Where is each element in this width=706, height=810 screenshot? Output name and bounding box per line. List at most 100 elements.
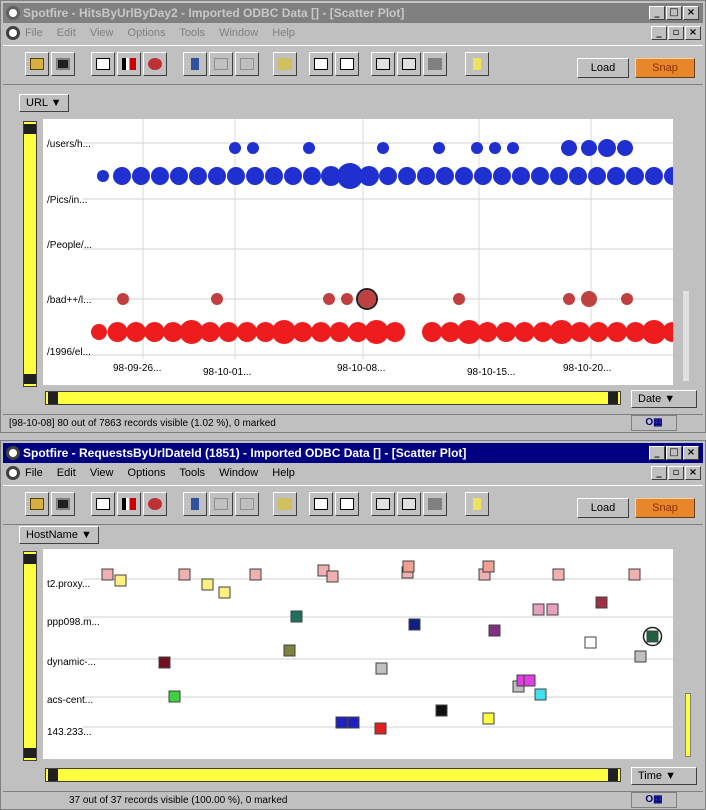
pie-chart-icon[interactable] xyxy=(143,492,167,516)
open-folder-icon[interactable] xyxy=(25,492,49,516)
y-axis-range-slider[interactable] xyxy=(23,551,37,761)
scatter-plot-1[interactable]: /users/h... /Pics/in... /People/... /bad++/… xyxy=(43,119,683,385)
data-point xyxy=(563,293,575,305)
menu-edit[interactable]: Edit xyxy=(57,467,76,479)
mdi-restore-icon[interactable]: ▫ xyxy=(668,26,684,40)
y-axis-label: /bad++/l... xyxy=(47,295,91,306)
slider-right-handle[interactable] xyxy=(608,392,618,404)
menu-view[interactable]: View xyxy=(90,467,114,479)
scatter-plot-icon[interactable] xyxy=(91,492,115,516)
copy-icon[interactable] xyxy=(371,492,395,516)
filter-icon[interactable] xyxy=(183,52,207,76)
reset-zoom-icon[interactable] xyxy=(273,52,297,76)
table-icon[interactable] xyxy=(209,492,233,516)
menu-help[interactable]: Help xyxy=(272,27,295,39)
menu-file[interactable]: File xyxy=(25,467,43,479)
window2-titlebar[interactable]: Spotfire - RequestsByUrlDateId (1851) - … xyxy=(3,443,703,463)
y-axis-column-select[interactable]: URL ▼ xyxy=(19,94,69,112)
data-point xyxy=(218,586,231,599)
x-axis-range-slider[interactable] xyxy=(45,391,621,405)
save-disk-icon[interactable] xyxy=(51,52,75,76)
menu-view[interactable]: View xyxy=(90,27,114,39)
table-icon[interactable] xyxy=(209,52,233,76)
mdi-close-icon[interactable]: × xyxy=(685,26,701,40)
slider-bottom-handle[interactable] xyxy=(24,374,36,384)
menu-tools[interactable]: Tools xyxy=(179,467,205,479)
data-point xyxy=(642,320,666,344)
filter-icon[interactable] xyxy=(183,492,207,516)
document-icon[interactable] xyxy=(6,466,20,480)
bar-chart-icon[interactable] xyxy=(117,52,141,76)
data-point xyxy=(379,167,397,185)
scatter-plot-2-canvas[interactable]: t2.proxy... ppp098.m... dynamic-... acs-cen… xyxy=(43,549,673,759)
menu-help[interactable]: Help xyxy=(272,467,295,479)
paste-icon[interactable] xyxy=(397,52,421,76)
menu-tools[interactable]: Tools xyxy=(179,27,205,39)
new-plot-icon[interactable] xyxy=(309,492,333,516)
minimize-icon[interactable]: _ xyxy=(649,446,665,460)
maximize-icon[interactable]: □ xyxy=(666,6,682,20)
mdi-minimize-icon[interactable]: _ xyxy=(651,466,667,480)
data-point xyxy=(570,322,590,342)
bar-chart-icon[interactable] xyxy=(117,492,141,516)
zoom-icon[interactable] xyxy=(235,492,259,516)
menu-edit[interactable]: Edit xyxy=(57,27,76,39)
menu-window[interactable]: Window xyxy=(219,467,258,479)
data-point xyxy=(664,167,682,185)
slider-left-handle[interactable] xyxy=(48,769,58,781)
paste-icon[interactable] xyxy=(397,492,421,516)
open-folder-icon[interactable] xyxy=(25,52,49,76)
menu-window[interactable]: Window xyxy=(219,27,258,39)
load-button[interactable]: Load xyxy=(577,498,629,518)
x-axis-column-select[interactable]: Date ▼ xyxy=(631,390,697,408)
status-text: [98-10-08] 80 out of 7863 records visibl… xyxy=(9,418,276,429)
data-point xyxy=(581,140,597,156)
scatter-plot-2[interactable]: t2.proxy... ppp098.m... dynamic-... acs-cen… xyxy=(43,549,673,759)
snap-button[interactable]: Snap xyxy=(635,498,695,518)
plot-scrollbar[interactable] xyxy=(683,291,689,381)
print-icon[interactable] xyxy=(423,52,447,76)
data-point xyxy=(326,570,339,583)
slider-left-handle[interactable] xyxy=(48,392,58,404)
minimize-icon[interactable]: _ xyxy=(649,6,665,20)
scatter-plot-1-canvas[interactable]: /users/h... /Pics/in... /People/... /bad++/… xyxy=(43,119,683,385)
slider-top-handle[interactable] xyxy=(24,554,36,564)
pie-chart-icon[interactable] xyxy=(143,52,167,76)
reset-zoom-icon[interactable] xyxy=(273,492,297,516)
zoom-icon[interactable] xyxy=(235,52,259,76)
plot-scrollbar[interactable] xyxy=(685,693,691,757)
window1-titlebar[interactable]: Spotfire - HitsByUrlByDay2 - Imported OD… xyxy=(3,3,703,23)
new-window-icon[interactable] xyxy=(335,492,359,516)
x-axis-column-select[interactable]: Time ▼ xyxy=(631,767,697,785)
slider-right-handle[interactable] xyxy=(608,769,618,781)
help-icon[interactable] xyxy=(465,52,489,76)
load-button[interactable]: Load xyxy=(577,58,629,78)
y-axis-range-slider[interactable] xyxy=(23,121,37,387)
print-icon[interactable] xyxy=(423,492,447,516)
help-icon[interactable] xyxy=(465,492,489,516)
new-plot-icon[interactable] xyxy=(309,52,333,76)
data-point xyxy=(249,568,262,581)
x-axis-range-slider[interactable] xyxy=(45,768,621,782)
save-disk-icon[interactable] xyxy=(51,492,75,516)
spotfire-app-icon[interactable] xyxy=(6,446,20,460)
close-icon[interactable]: × xyxy=(683,446,699,460)
menu-options[interactable]: Options xyxy=(128,467,166,479)
snap-button[interactable]: Snap xyxy=(635,58,695,78)
menu-options[interactable]: Options xyxy=(128,27,166,39)
scatter-plot-icon[interactable] xyxy=(91,52,115,76)
close-icon[interactable]: × xyxy=(683,6,699,20)
maximize-icon[interactable]: □ xyxy=(666,446,682,460)
slider-top-handle[interactable] xyxy=(24,124,36,134)
menu-file[interactable]: File xyxy=(25,27,43,39)
mdi-restore-icon[interactable]: ▫ xyxy=(668,466,684,480)
document-icon[interactable] xyxy=(6,26,20,40)
slider-bottom-handle[interactable] xyxy=(24,748,36,758)
spotfire-app-icon[interactable] xyxy=(6,6,20,20)
copy-icon[interactable] xyxy=(371,52,395,76)
new-window-icon[interactable] xyxy=(335,52,359,76)
mdi-close-icon[interactable]: × xyxy=(685,466,701,480)
data-point xyxy=(595,596,608,609)
mdi-minimize-icon[interactable]: _ xyxy=(651,26,667,40)
y-axis-column-select[interactable]: HostName ▼ xyxy=(19,526,99,544)
